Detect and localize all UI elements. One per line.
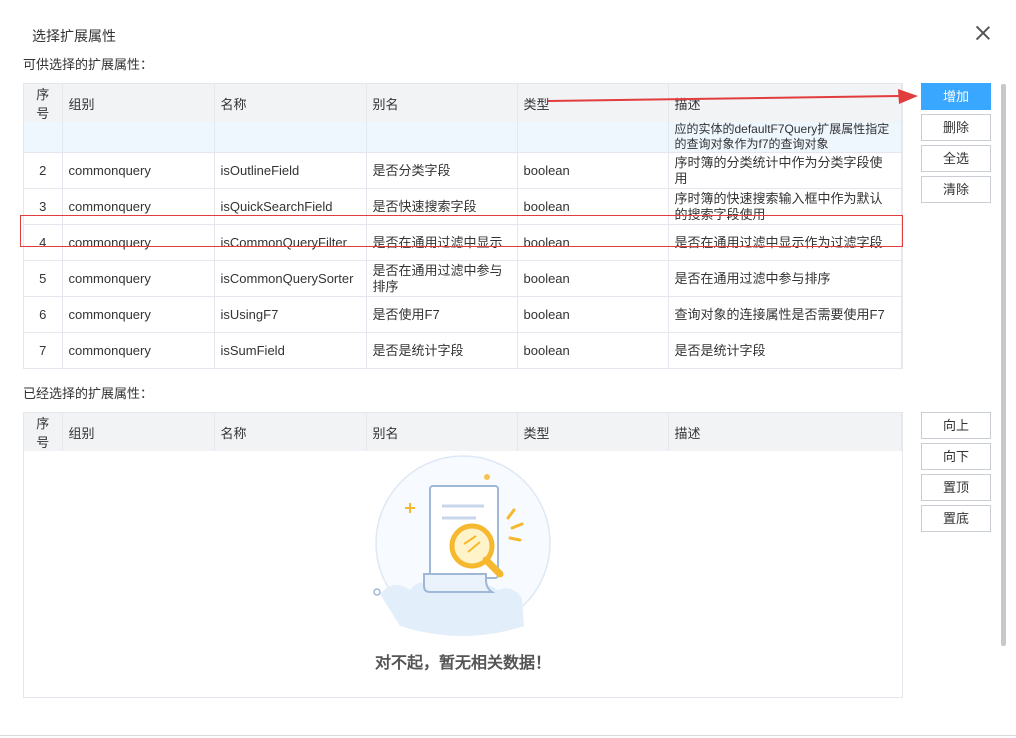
select-all-button[interactable]: 全选 [921,145,991,172]
cell-type: boolean [517,152,669,189]
vertical-scrollbar[interactable] [1001,84,1006,646]
cell-desc: 查询对象的连接属性是否需要使用F7 [668,296,902,333]
cell-name: isSumField [214,332,367,368]
column-header-name[interactable]: 名称 [214,84,367,122]
row-highlight-box [20,215,903,247]
add-button[interactable]: 增加 [921,83,991,110]
column-header-alias[interactable]: 别名 [366,84,518,122]
dialog-title: 选择扩展属性 [32,28,116,44]
selected-properties-table: 序号 组别 名称 别名 类型 描述 对不起，暂无相关数据！ [23,412,903,698]
cell-alias: 是否在通用过滤中参与排序 [366,260,518,297]
cell-alias: 是否使用F7 [366,296,518,333]
table-row[interactable]: 5 commonquery isCommonQuerySorter 是否在通用过… [24,260,902,297]
cell-type: boolean [517,332,669,368]
available-section-label: 可供选择的扩展属性： [23,57,154,72]
table-row[interactable]: 6 commonquery isUsingF7 是否使用F7 boolean 查… [24,296,902,333]
cell-desc: 应的实体的defaultF7Query扩展属性指定的查询对象作为f7的查询对象 [668,122,902,153]
cell-name: isUsingF7 [214,296,367,333]
cell-group: commonquery [62,332,215,368]
move-down-button[interactable]: 向下 [921,443,991,470]
column-header-type[interactable]: 类型 [517,84,669,122]
table-header-row: 序号 组别 名称 别名 类型 描述 [24,84,902,122]
cell-alias: 是否分类字段 [366,152,518,189]
cell-desc: 是否在通用过滤中参与排序 [668,260,902,297]
cell-type: boolean [517,296,669,333]
cell-desc: 序时簿的分类统计中作为分类字段使用 [668,152,902,189]
delete-button[interactable]: 删除 [921,114,991,141]
table-row[interactable]: 应的实体的defaultF7Query扩展属性指定的查询对象作为f7的查询对象 [24,122,902,153]
close-icon[interactable] [974,24,992,42]
clear-button[interactable]: 清除 [921,176,991,203]
cell-no: 2 [24,152,63,189]
empty-state-message: 对不起，暂无相关数据！ [374,655,551,672]
cell-name: isOutlineField [214,152,367,189]
cell-type: boolean [517,260,669,297]
table-row[interactable] [24,369,902,370]
move-top-button[interactable]: 置顶 [921,474,991,501]
cell-group: commonquery [62,152,215,189]
cell-no: 6 [24,296,63,333]
column-header-no[interactable]: 序号 [24,84,63,122]
cell-alias: 是否是统计字段 [366,332,518,368]
cell-group: commonquery [62,260,215,297]
column-header-group[interactable]: 组别 [62,84,215,122]
empty-illustration-icon [373,455,551,636]
cell-desc: 是否是统计字段 [668,332,902,368]
selected-section-label: 已经选择的扩展属性： [23,386,154,401]
move-bottom-button[interactable]: 置底 [921,505,991,532]
move-up-button[interactable]: 向上 [921,412,991,439]
dialog-bottom-divider [0,735,1016,736]
table-row[interactable]: 7 commonquery isSumField 是否是统计字段 boolean… [24,332,902,368]
cell-group: commonquery [62,296,215,333]
cell-no: 7 [24,332,63,368]
cell-name: isCommonQuerySorter [214,260,367,297]
cell-no: 5 [24,260,63,297]
empty-state: 对不起，暂无相关数据！ [24,446,902,696]
table-row[interactable]: 2 commonquery isOutlineField 是否分类字段 bool… [24,152,902,189]
column-header-desc[interactable]: 描述 [668,84,902,122]
